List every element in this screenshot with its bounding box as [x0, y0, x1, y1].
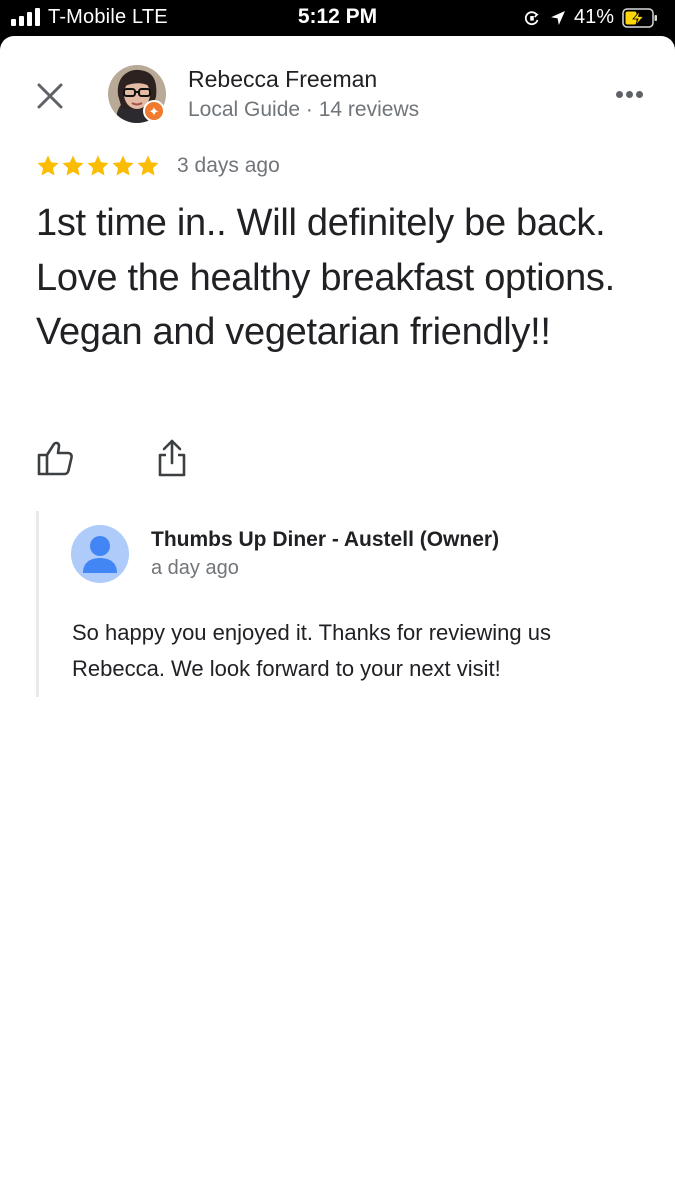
owner-name: Thumbs Up Diner - Austell (Owner)	[151, 528, 500, 551]
review-text: 1st time in.. Will definitely be back. L…	[36, 202, 615, 353]
owner-reply: Thumbs Up Diner - Austell (Owner) a day …	[36, 511, 639, 697]
reviewer-name[interactable]: Rebecca Freeman	[188, 66, 377, 93]
review-sheet: ✦ Rebecca Freeman Local Guide · 14 revie…	[0, 36, 675, 1200]
status-bar: T-Mobile LTE 5:12 PM 41%	[0, 0, 675, 36]
close-icon[interactable]	[34, 80, 66, 112]
battery-percentage: 41%	[574, 6, 615, 28]
owner-reply-date: a day ago	[151, 557, 239, 579]
more-options-icon[interactable]	[612, 82, 648, 106]
star-icon	[37, 155, 59, 176]
owner-reply-text: So happy you enjoyed it. Thanks for revi…	[72, 620, 551, 681]
star-rating	[36, 154, 160, 180]
star-icon	[62, 155, 84, 176]
location-arrow-icon	[551, 11, 565, 25]
rotation-lock-icon	[524, 11, 539, 26]
star-icon	[112, 155, 134, 176]
review-date: 3 days ago	[177, 154, 280, 177]
star-icon	[87, 155, 109, 176]
star-icon	[137, 155, 159, 176]
reviewer-meta: Local Guide · 14 reviews	[188, 98, 420, 121]
owner-avatar	[71, 525, 129, 583]
battery-charging-icon	[622, 8, 657, 28]
share-icon[interactable]	[154, 438, 190, 478]
thumbs-up-icon[interactable]	[36, 439, 74, 477]
local-guide-badge-icon: ✦	[143, 100, 165, 122]
